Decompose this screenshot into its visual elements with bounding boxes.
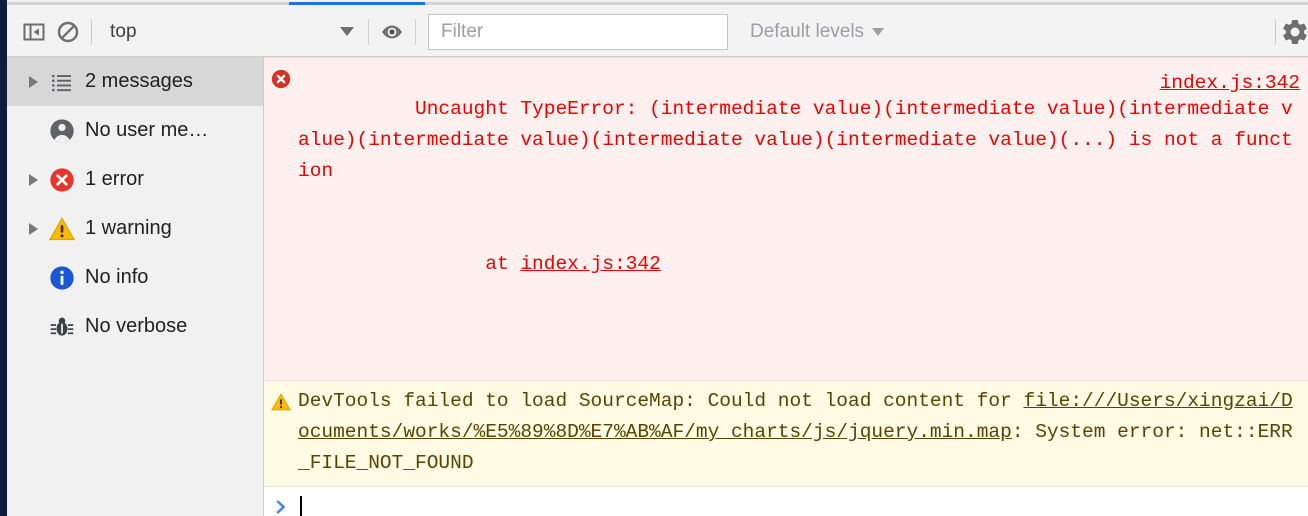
stack-source-link[interactable]: index.js:342: [520, 253, 660, 275]
error-icon: [45, 166, 79, 194]
sidebar-item-label: 2 messages: [85, 70, 193, 92]
sidebar-item-user-messages[interactable]: No user me…: [7, 106, 263, 155]
chevron-down-icon: [872, 27, 885, 36]
message-source-link[interactable]: index.js:342: [1160, 68, 1300, 99]
live-expression-button[interactable]: [375, 15, 409, 49]
sidebar-item-label: No verbose: [85, 315, 188, 337]
log-levels-label: Default levels: [750, 20, 865, 42]
sidebar-item-label: 1 warning: [85, 217, 172, 239]
sidebar-toggle-icon: [22, 20, 46, 44]
sidebar-item-messages[interactable]: 2 messages: [7, 57, 263, 106]
console-message-error[interactable]: Uncaught TypeError: (intermediate value)…: [264, 57, 1308, 381]
warning-icon: [264, 386, 298, 479]
eye-icon: [379, 19, 405, 45]
panel-tabstrip: [7, 0, 1308, 7]
chevron-down-icon: [340, 27, 354, 36]
warning-icon: [45, 215, 79, 243]
console-error-body: Uncaught TypeError: (intermediate value)…: [298, 63, 1308, 373]
active-tab-indicator[interactable]: [289, 2, 425, 5]
tabstrip-hairline: [7, 2, 1308, 5]
console-messages-list: Uncaught TypeError: (intermediate value)…: [264, 57, 1308, 516]
console-sidebar: 2 messages No user me… 1 error 1 warning…: [7, 57, 264, 516]
prompt-arrow-icon: [264, 491, 298, 516]
filter-field[interactable]: [428, 13, 728, 50]
sidebar-item-label: 1 error: [85, 168, 144, 190]
console-message-warning[interactable]: DevTools failed to load SourceMap: Could…: [264, 381, 1308, 487]
search-input[interactable]: [439, 19, 717, 44]
stack-prefix: at: [438, 253, 521, 275]
gear-icon: [1280, 17, 1308, 47]
clear-console-button[interactable]: [51, 15, 85, 49]
settings-button[interactable]: [1282, 15, 1308, 49]
toolbar-right-group: [1269, 15, 1308, 49]
person-icon: [45, 117, 79, 145]
sidebar-item-warnings[interactable]: 1 warning: [7, 204, 263, 253]
console-body: 2 messages No user me… 1 error 1 warning…: [7, 57, 1308, 516]
console-prompt-row[interactable]: [264, 487, 1308, 516]
execution-context-select[interactable]: top: [98, 15, 362, 49]
clear-console-icon: [56, 20, 80, 44]
devtools-window: top Default levels: [7, 0, 1308, 516]
toolbar-divider-3: [415, 18, 416, 45]
log-levels-select[interactable]: Default levels: [750, 20, 885, 43]
toolbar-divider-2: [368, 18, 369, 45]
console-toolbar: top Default levels: [7, 7, 1308, 57]
expand-triangle-icon[interactable]: [29, 75, 45, 88]
console-warning-body: DevTools failed to load SourceMap: Could…: [298, 386, 1308, 479]
info-icon: [45, 264, 79, 292]
sidebar-item-errors[interactable]: 1 error: [7, 155, 263, 204]
console-warning-text-before: DevTools failed to load SourceMap: Could…: [298, 390, 1024, 412]
toolbar-divider-1: [91, 18, 92, 45]
sidebar-item-info[interactable]: No info: [7, 253, 263, 302]
sidebar-item-label: No user me…: [85, 119, 209, 141]
console-error-text: Uncaught TypeError: (intermediate value)…: [298, 98, 1293, 182]
expand-triangle-icon[interactable]: [29, 222, 45, 235]
execution-context-value: top: [110, 20, 137, 42]
prompt-text-caret[interactable]: [300, 496, 302, 516]
sidebar-item-verbose[interactable]: No verbose: [7, 302, 263, 351]
sidebar-toggle-button[interactable]: [17, 15, 51, 49]
bug-icon: [45, 314, 79, 340]
list-icon: [45, 70, 79, 94]
toolbar-divider-4: [1275, 18, 1276, 45]
console-error-stack: at index.js:342: [298, 218, 1300, 311]
sidebar-item-label: No info: [85, 266, 149, 288]
error-icon: [264, 63, 298, 373]
expand-triangle-icon[interactable]: [29, 173, 45, 186]
